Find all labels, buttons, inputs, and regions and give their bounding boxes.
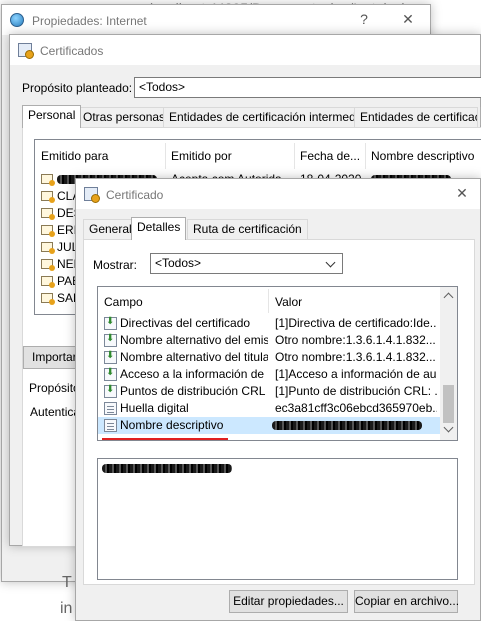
certificate-icon: [41, 276, 55, 288]
col-sep: [365, 143, 366, 169]
scroll-up-icon[interactable]: [443, 292, 454, 303]
certificate-icon: [84, 187, 100, 203]
internet-globe-icon: [10, 13, 24, 27]
field-row-selected[interactable]: Nombre descriptivo: [98, 417, 440, 434]
field-row[interactable]: Nombre alternativo del emisor Otro nombr…: [98, 332, 440, 349]
certs-title: Certificados: [40, 44, 104, 58]
col-friendly-name[interactable]: Nombre descriptivo: [371, 149, 474, 163]
chevron-down-icon[interactable]: [325, 257, 336, 268]
field-row[interactable]: Huella digital ec3a81cff3c06ebcd365970eb…: [98, 400, 440, 417]
field-name: Puntos de distribución CRL: [120, 384, 266, 398]
field-name: Nombre alternativo del titular: [120, 350, 268, 364]
certificate-icon: [41, 191, 55, 203]
certificate-icon: [41, 242, 55, 254]
cert-tabs: General Detalles Ruta de certificación: [83, 217, 475, 240]
show-label: Mostrar:: [93, 258, 138, 272]
field-row[interactable]: Directivas del certificado [1]Directiva …: [98, 315, 440, 332]
background-text-1: T: [62, 574, 72, 591]
tab-otras-personas[interactable]: Otras personas: [77, 107, 172, 127]
purposes-group-label: Propósito: [29, 381, 80, 395]
field-arrow-icon: [104, 316, 117, 330]
import-button[interactable]: Importar: [23, 346, 83, 369]
tab-raiz[interactable]: Entidades de certificaci: [354, 107, 478, 127]
cert-close-button[interactable]: ✕: [452, 185, 472, 202]
field-row[interactable]: Puntos de distribución CRL [1]Punto de d…: [98, 383, 440, 400]
fields-scrollbar[interactable]: [440, 287, 457, 440]
scroll-down-icon[interactable]: [443, 422, 454, 433]
tab-intermedias[interactable]: Entidades de certificación intermedias: [163, 107, 378, 127]
field-name: Nombre descriptivo: [120, 418, 224, 432]
purposes-text: Autentica: [30, 405, 81, 419]
field-value: [1]Directiva de certificado:Ide...: [275, 316, 437, 330]
certificate-icon: [41, 174, 55, 186]
field-row[interactable]: Acceso a la información de ... [1]Acceso…: [98, 366, 440, 383]
redacted-value-text: [102, 464, 232, 473]
props-titlebar[interactable]: Propiedades: Internet ? ✕: [2, 5, 430, 35]
col-issued-by[interactable]: Emitido por: [171, 149, 232, 163]
show-select-value: <Todos>: [155, 256, 202, 270]
field-document-icon: [104, 402, 117, 415]
certificate-dialog: Certificado ✕ General Detalles Ruta de c…: [75, 178, 481, 621]
field-name: Huella digital: [120, 401, 189, 415]
col-sep: [268, 289, 269, 313]
cert-title: Certificado: [106, 188, 164, 202]
col-valor[interactable]: Valor: [275, 295, 302, 309]
field-value-textbox[interactable]: [97, 458, 458, 580]
help-button[interactable]: ?: [354, 11, 374, 27]
col-date[interactable]: Fecha de...: [300, 149, 360, 163]
field-value: [1]Punto de distribución CRL: ...: [275, 384, 437, 398]
field-document-icon: [104, 419, 117, 432]
field-value: ec3a81cff3c06ebcd365970eb...: [275, 401, 437, 415]
field-name: Directivas del certificado: [120, 316, 251, 330]
field-arrow-icon: [104, 367, 117, 381]
certificates-icon: [18, 43, 34, 59]
edit-properties-button[interactable]: Editar propiedades...: [229, 590, 348, 613]
purpose-select[interactable]: <Todos>: [134, 77, 481, 98]
col-campo[interactable]: Campo: [104, 295, 143, 309]
col-issued-to[interactable]: Emitido para: [41, 149, 108, 163]
certs-titlebar[interactable]: Certificados: [10, 35, 480, 65]
purpose-label: Propósito planteado:: [22, 81, 133, 95]
field-name: Acceso a la información de ...: [120, 367, 268, 381]
col-sep: [294, 143, 295, 169]
tab-ruta[interactable]: Ruta de certificación: [187, 219, 308, 239]
field-arrow-icon: [104, 333, 117, 347]
props-close-button[interactable]: ✕: [398, 11, 418, 28]
props-title: Propiedades: Internet: [32, 14, 147, 28]
field-value: Otro nombre:1.3.6.1.4.1.832...: [275, 333, 436, 347]
tab-personal[interactable]: Personal: [22, 105, 82, 128]
copy-to-file-button[interactable]: Copiar en archivo...: [354, 590, 459, 613]
field-row[interactable]: Nombre alternativo del titular Otro nomb…: [98, 349, 440, 366]
redacted-field-value: [272, 421, 422, 430]
fields-list[interactable]: Campo Valor Directivas del certificado […: [97, 286, 458, 441]
purpose-select-value: <Todos>: [139, 80, 186, 94]
field-value: Otro nombre:1.3.6.1.4.1.832...: [275, 350, 436, 364]
certificate-icon: [41, 259, 55, 271]
certs-tabs: Personal Otras personas Entidades de cer…: [22, 105, 481, 128]
details-panel: Mostrar: <Todos> Campo Valor Directivas …: [83, 239, 475, 585]
certificate-icon: [41, 293, 55, 305]
certificate-icon: [41, 225, 55, 237]
cert-titlebar[interactable]: Certificado ✕: [76, 179, 480, 209]
background-text-2: in: [60, 600, 73, 617]
show-select[interactable]: <Todos>: [150, 253, 343, 274]
tab-general[interactable]: General: [83, 219, 138, 239]
field-arrow-icon: [104, 350, 117, 364]
tab-detalles[interactable]: Detalles: [131, 217, 187, 240]
scroll-thumb[interactable]: [443, 385, 454, 423]
field-arrow-icon: [104, 384, 117, 398]
field-value: [1]Acceso a información de au...: [275, 367, 437, 381]
field-name: Nombre alternativo del emisor: [120, 333, 268, 347]
field-underline: [102, 438, 228, 440]
col-sep: [165, 143, 166, 169]
certificate-icon: [41, 208, 55, 220]
